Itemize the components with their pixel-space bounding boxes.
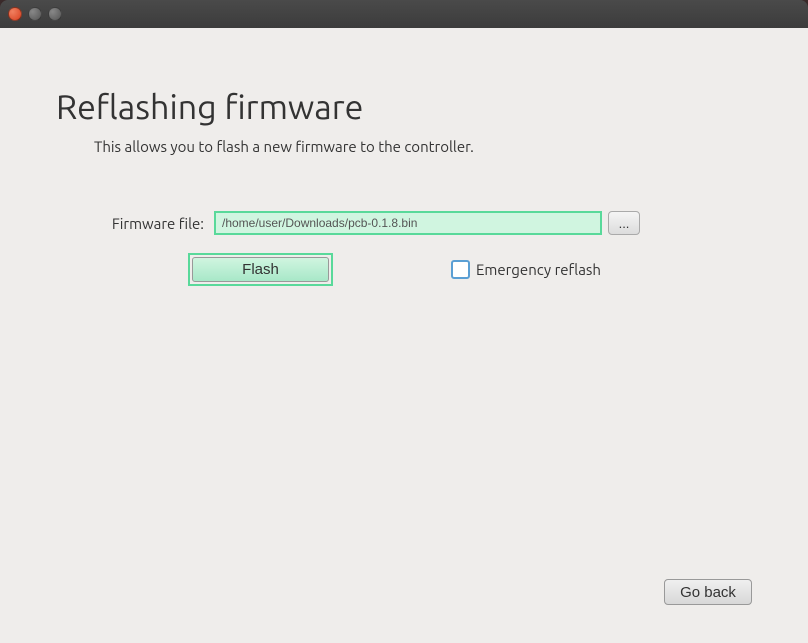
titlebar	[0, 0, 808, 28]
app-window: Reflashing firmware This allows you to f…	[0, 0, 808, 643]
page-title: Reflashing firmware	[56, 88, 752, 126]
emergency-reflash-option[interactable]: Emergency reflash	[451, 260, 601, 279]
flash-button-highlight: Flash	[188, 253, 333, 286]
close-icon[interactable]	[8, 7, 22, 21]
emergency-reflash-checkbox[interactable]	[451, 260, 470, 279]
go-back-button[interactable]: Go back	[664, 579, 752, 605]
browse-button[interactable]: ...	[608, 211, 640, 235]
emergency-reflash-label: Emergency reflash	[476, 261, 601, 278]
content-area: Reflashing firmware This allows you to f…	[0, 28, 808, 643]
page-subtitle: This allows you to flash a new firmware …	[94, 138, 752, 155]
action-row: Flash Emergency reflash	[188, 253, 752, 286]
maximize-icon[interactable]	[48, 7, 62, 21]
firmware-file-label: Firmware file:	[94, 215, 204, 232]
firmware-file-row: Firmware file: ...	[94, 211, 752, 235]
flash-button[interactable]: Flash	[192, 257, 329, 282]
minimize-icon[interactable]	[28, 7, 42, 21]
firmware-file-input[interactable]	[214, 211, 602, 235]
